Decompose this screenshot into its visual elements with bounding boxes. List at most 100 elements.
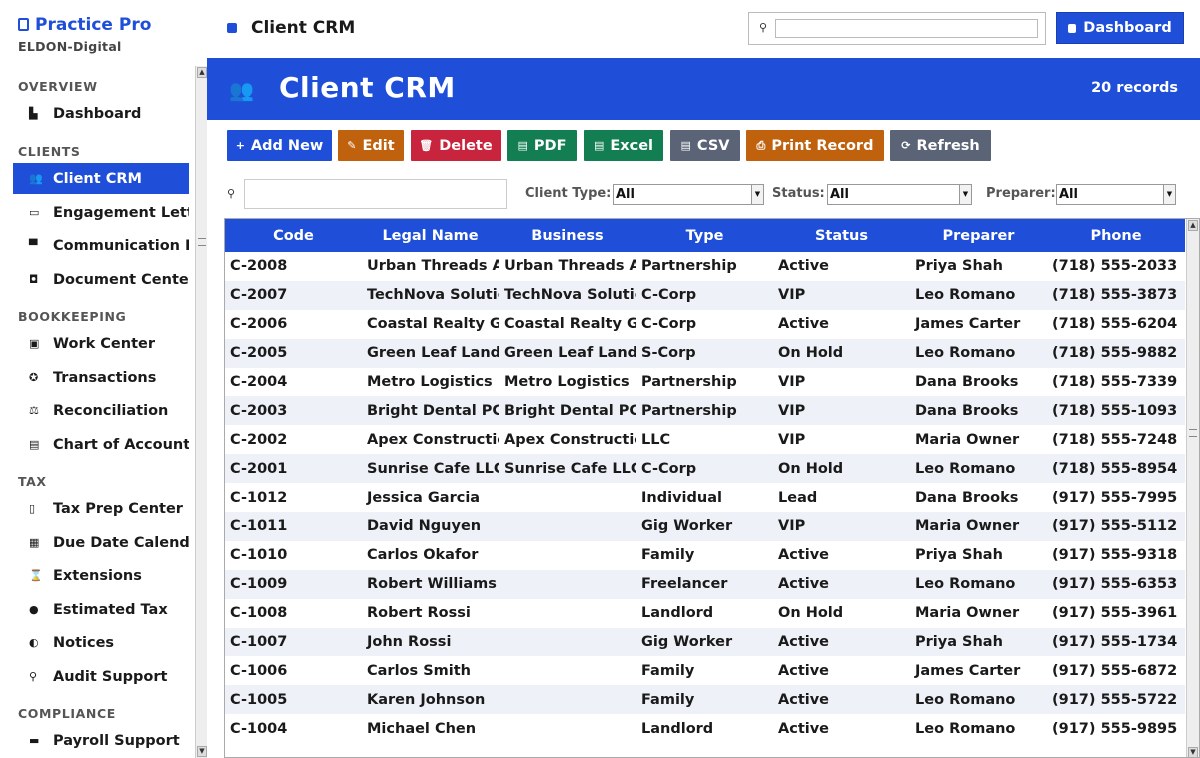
edit-label: Edit xyxy=(362,137,395,154)
sidebar-item-chart-of-accounts[interactable]: ▤ Chart of Accounts xyxy=(13,429,189,460)
brand-name: Practice Pro xyxy=(35,15,152,35)
table-row[interactable]: C-1012 Jessica Garcia Individual Lead Dana B… xyxy=(225,483,1185,513)
table-row[interactable]: C-1006 Carlos Smith Family Active James Cart… xyxy=(225,656,1185,686)
status-select[interactable]: All ▼ xyxy=(827,184,972,205)
excel-button[interactable]: ▤ Excel xyxy=(584,130,663,161)
pdf-button[interactable]: ▤ PDF xyxy=(507,130,577,161)
client-type-select[interactable]: All ▼ xyxy=(613,184,764,205)
sidebar-item-audit-support[interactable]: ⚲ Audit Support xyxy=(13,661,189,692)
sidebar-item-document-center[interactable]: ◘ Document Center xyxy=(13,264,189,295)
table-row[interactable]: C-2007TechNova Solutions IncTechNova Sol… xyxy=(225,280,1185,310)
scroll-up-icon[interactable]: ▲ xyxy=(1188,220,1198,231)
cell-status: VIP xyxy=(773,367,910,397)
pdf-icon: ▤ xyxy=(517,139,528,152)
cell-type: C-Corp xyxy=(636,280,773,310)
app-window: Practice Pro ELDON-Digital OVERVIEW ▙ Das… xyxy=(0,0,1200,758)
cell-legal-name: Sunrise Cafe LLC xyxy=(362,454,499,484)
table-row[interactable]: C-2001 Sunrise Cafe LLC Sunrise Cafe LLC C-… xyxy=(225,454,1185,484)
chevron-down-icon: ▼ xyxy=(751,185,763,204)
global-search: ⚲ xyxy=(748,12,1046,45)
column-header-type[interactable]: Type xyxy=(636,219,773,252)
refresh-button[interactable]: ⟳ Refresh xyxy=(890,130,991,161)
cell-type: S-Corp xyxy=(636,338,773,368)
table-row[interactable]: C-2004Metro Logistics LLCMetro Logistics… xyxy=(225,367,1185,397)
sidebar-item-engagement-letters[interactable]: ▭ Engagement Letters xyxy=(13,197,189,228)
dashboard-button[interactable]: Dashboard xyxy=(1056,12,1184,44)
sidebar-scrollbar[interactable]: ▲ ▼ xyxy=(195,66,207,758)
table-row[interactable]: C-1005 Karen Johnson Family Active Leo Roman… xyxy=(225,685,1185,715)
add-new-button[interactable]: + Add New xyxy=(227,130,332,161)
table-row[interactable]: C-1010 Carlos Okafor Family Active Priya Sha… xyxy=(225,540,1185,570)
dashboard-button-label: Dashboard xyxy=(1083,20,1172,36)
print-record-button[interactable]: ⎙ Print Record xyxy=(746,130,884,161)
briefcase-icon: ▬ xyxy=(29,734,40,747)
sidebar-item-transactions[interactable]: ✪ Transactions xyxy=(13,362,189,393)
table-row[interactable]: C-1009 Robert Williams Freelancer Active Leo… xyxy=(225,569,1185,599)
cell-legal-name: Michael Chen xyxy=(362,714,499,744)
column-header-preparer[interactable]: Preparer xyxy=(910,219,1047,252)
global-search-input[interactable] xyxy=(775,19,1038,38)
scroll-up-icon[interactable]: ▲ xyxy=(197,67,207,78)
top-bar: Client CRM ⚲ Dashboard xyxy=(207,0,1200,58)
table-row[interactable]: C-2006Coastal Realty Group IncCoastal Re… xyxy=(225,309,1185,339)
table-row[interactable]: C-1004 Michael Chen Landlord Active Leo Roma… xyxy=(225,714,1185,744)
cell-phone: (917) 555-9318 xyxy=(1047,540,1185,570)
table-row[interactable]: C-1011 David Nguyen Gig Worker VIP Maria Own… xyxy=(225,512,1185,541)
cell-preparer: James Carter xyxy=(910,656,1047,686)
cell-type: Partnership xyxy=(636,367,773,397)
cell-type: Family xyxy=(636,540,773,570)
sidebar-item-label: Communication Log xyxy=(53,237,189,254)
cell-status: Active xyxy=(773,540,910,570)
column-header-phone[interactable]: Phone xyxy=(1047,219,1185,252)
page-banner: 👥 Client CRM 20 records xyxy=(207,58,1200,120)
cell-preparer: Maria Owner xyxy=(910,512,1047,541)
status-value: All xyxy=(830,187,849,202)
section-compliance: COMPLIANCE xyxy=(18,706,116,721)
cell-business xyxy=(499,627,636,657)
sidebar-item-work-center[interactable]: ▣ Work Center xyxy=(13,328,189,359)
sidebar-item-estimated-tax[interactable]: ● Estimated Tax xyxy=(13,594,189,625)
cell-type: C-Corp xyxy=(636,454,773,484)
scroll-down-icon[interactable]: ▼ xyxy=(197,746,207,757)
cell-legal-name: David Nguyen xyxy=(362,512,499,541)
page-title: Client CRM xyxy=(227,18,355,38)
preparer-select[interactable]: All ▼ xyxy=(1056,184,1176,205)
column-header-code[interactable]: Code xyxy=(225,219,362,252)
edit-button[interactable]: ✎ Edit xyxy=(338,130,404,161)
table-row[interactable]: C-2005Green Leaf LandscapingGreen Leaf L… xyxy=(225,338,1185,368)
scroll-grip-icon[interactable] xyxy=(1189,429,1197,437)
table-row[interactable]: C-1008 Robert Rossi Landlord On Hold Maria O… xyxy=(225,598,1185,628)
sidebar-item-payroll-support[interactable]: ▬ Payroll Support xyxy=(13,725,189,756)
cell-code: C-1005 xyxy=(225,685,362,715)
delete-button[interactable]: 🗑 Delete xyxy=(411,130,501,161)
sidebar-item-tax-prep-center[interactable]: ▯ Tax Prep Center xyxy=(13,493,189,524)
table-row[interactable]: C-2008Urban Threads Apparel LLCUrban Thr… xyxy=(225,252,1185,281)
table-row[interactable]: C-2002Apex Construction LLCApex Construc… xyxy=(225,425,1185,455)
csv-button[interactable]: ▤ CSV xyxy=(670,130,740,161)
sidebar-item-due-date-calendar[interactable]: ▦ Due Date Calendar xyxy=(13,527,189,558)
table-scrollbar[interactable]: ▲ ▼ xyxy=(1186,219,1199,757)
scroll-grip-icon[interactable] xyxy=(198,238,206,246)
window-icon: ▣ xyxy=(29,337,40,350)
table-row[interactable]: C-2003 Bright Dental PC Bright Dental PC Pa… xyxy=(225,396,1185,426)
sidebar-item-extensions[interactable]: ⌛ Extensions xyxy=(13,560,189,591)
sidebar-item-dashboard[interactable]: ▙ Dashboard xyxy=(13,98,189,129)
cell-code: C-1004 xyxy=(225,714,362,744)
column-header-business[interactable]: Business xyxy=(499,219,636,252)
table-row[interactable]: C-1007 John Rossi Gig Worker Active Priya Sh… xyxy=(225,627,1185,657)
cell-phone: (718) 555-3873 xyxy=(1047,280,1185,310)
table-search-input[interactable] xyxy=(244,179,507,209)
magnifier-icon: ⚲ xyxy=(29,670,38,683)
sidebar-item-communication-log[interactable]: ▀ Communication Log xyxy=(13,230,189,261)
sidebar-item-notices[interactable]: ◐ Notices xyxy=(13,627,189,658)
sidebar-item-client-crm[interactable]: 👥 Client CRM xyxy=(13,163,189,194)
cell-business: Apex Construction xyxy=(499,425,636,455)
cell-legal-name: Robert Rossi xyxy=(362,598,499,628)
scroll-down-icon[interactable]: ▼ xyxy=(1188,747,1198,757)
cell-legal-name: Coastal Realty Group Inc xyxy=(362,309,499,339)
add-new-label: Add New xyxy=(250,137,324,154)
column-header-status[interactable]: Status xyxy=(773,219,910,252)
sidebar-item-reconciliation[interactable]: ⚖ Reconciliation xyxy=(13,395,189,426)
brand-logo[interactable]: Practice Pro xyxy=(18,15,151,35)
column-header-legal-name[interactable]: Legal Name xyxy=(362,219,499,252)
